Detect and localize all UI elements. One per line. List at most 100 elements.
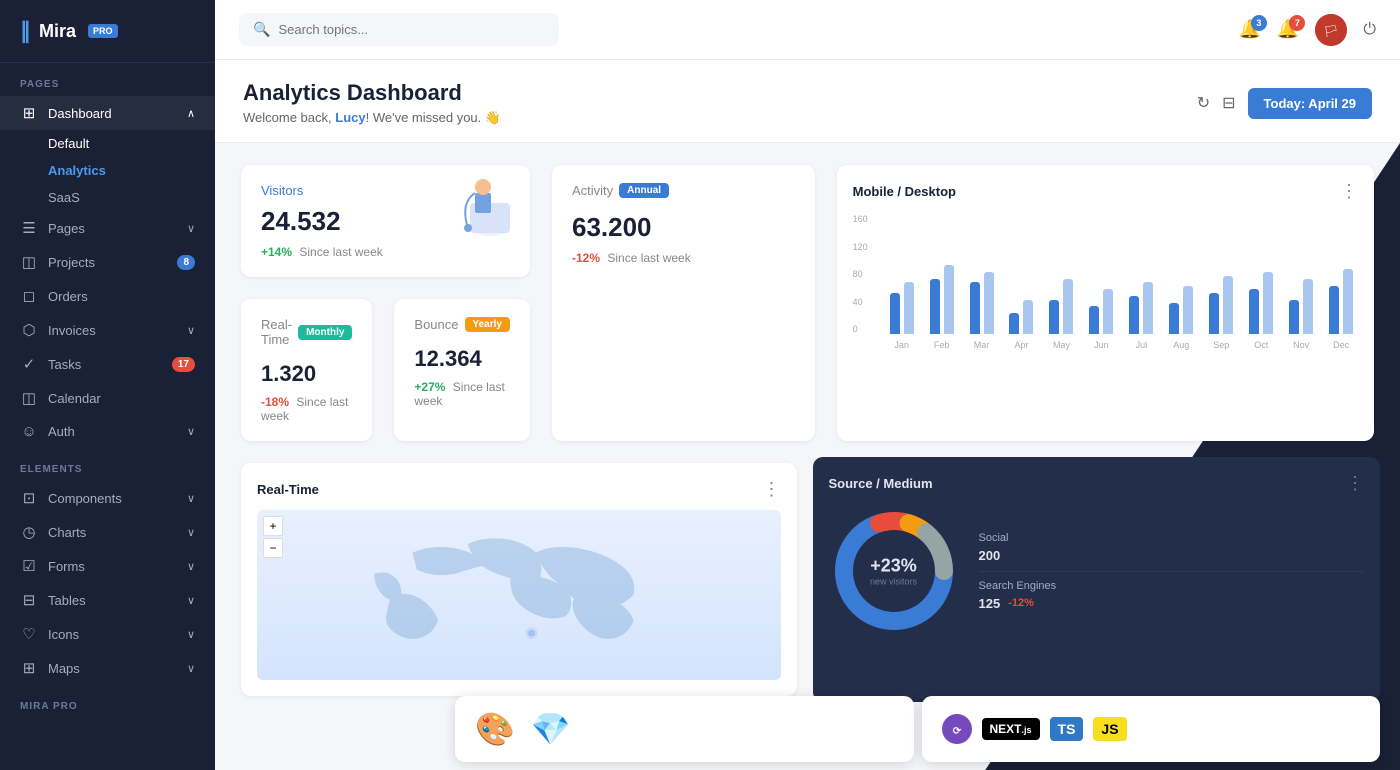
sidebar-item-orders[interactable]: ◻ Orders [0, 279, 215, 313]
sidebar: ∥ Mira PRO PAGES ⊞ Dashboard ∧ Default A… [0, 0, 215, 770]
section-label-elements: ELEMENTS [0, 448, 215, 481]
stat-value-bounce: 12.364 [414, 346, 510, 372]
page-subtitle: Welcome back, Lucy! We've missed you. 👋 [243, 110, 501, 126]
source-item-social: Social 200 [979, 524, 1365, 572]
main-area: 🔍 🔔 3 🔔 7 🏳 ⏻ Analytics Dashboard Wel [215, 0, 1400, 770]
alerts-badge: 7 [1289, 15, 1305, 31]
sidebar-item-label: Auth [48, 424, 177, 439]
invoices-icon: ⬡ [20, 321, 38, 339]
svg-text:⟳: ⟳ [952, 726, 961, 737]
sidebar-item-tables[interactable]: ⊟ Tables ∨ [0, 583, 215, 617]
realtime-map-more[interactable]: ⋮ [763, 479, 781, 500]
projects-icon: ◫ [20, 253, 38, 271]
sidebar-sub-item-saas[interactable]: SaaS [0, 184, 215, 211]
auth-icon: ☺ [20, 423, 38, 440]
dashboard-icon: ⊞ [20, 104, 38, 122]
sidebar-item-dashboard[interactable]: ⊞ Dashboard ∧ [0, 96, 215, 130]
javascript-icon: JS [1093, 717, 1126, 741]
avatar[interactable]: 🏳 [1315, 14, 1347, 46]
sidebar-item-label: Charts [48, 525, 177, 540]
chevron-up-icon: ∧ [187, 107, 195, 120]
search-input[interactable] [278, 22, 545, 37]
tool-card-tech: ⟳ NEXT.js TS JS [922, 696, 1381, 762]
sidebar-item-label: Tasks [48, 357, 162, 372]
stat-change-bounce: +27% Since last week [414, 380, 510, 408]
sidebar-item-tasks[interactable]: ✓ Tasks 17 [0, 347, 215, 381]
tables-icon: ⊟ [20, 591, 38, 609]
sidebar-item-label: Dashboard [48, 106, 177, 121]
sidebar-sub-item-default[interactable]: Default [0, 130, 215, 157]
forms-icon: ☑ [20, 557, 38, 575]
source-name-search: Search Engines [979, 580, 1365, 592]
chevron-down-icon: ∨ [187, 594, 195, 607]
source-list: Social 200 Search Engines 125 -12% [979, 524, 1365, 619]
chevron-down-icon: ∨ [187, 560, 195, 573]
stat-label-realtime: Real-Time [261, 317, 292, 347]
refresh-button[interactable]: ↻ [1197, 93, 1210, 113]
search-box[interactable]: 🔍 [239, 13, 559, 46]
stat-value-realtime: 1.320 [261, 361, 352, 387]
sidebar-item-label: Components [48, 491, 177, 506]
sidebar-item-components[interactable]: ⊡ Components ∨ [0, 481, 215, 515]
topbar: 🔍 🔔 3 🔔 7 🏳 ⏻ [215, 0, 1400, 60]
tasks-icon: ✓ [20, 355, 38, 373]
stat-card-realtime: Real-Time Monthly 1.320 -18% Since last … [241, 299, 372, 441]
alerts-icon[interactable]: 🔔 7 [1277, 19, 1299, 40]
chevron-down-icon: ∨ [187, 324, 195, 337]
sidebar-item-forms[interactable]: ☑ Forms ∨ [0, 549, 215, 583]
sidebar-sub-item-analytics[interactable]: Analytics [0, 157, 215, 184]
logo: ∥ Mira PRO [0, 0, 215, 63]
source-medium-more[interactable]: ⋮ [1346, 473, 1364, 494]
sidebar-item-projects[interactable]: ◫ Projects 8 [0, 245, 215, 279]
donut-percent: +23% [870, 556, 917, 577]
date-button[interactable]: Today: April 29 [1248, 88, 1372, 119]
charts-icon: ◷ [20, 523, 38, 541]
chevron-down-icon: ∨ [187, 662, 195, 675]
sidebar-item-label: Forms [48, 559, 177, 574]
typescript-icon: TS [1050, 717, 1084, 741]
realtime-map-title: Real-Time [257, 482, 319, 497]
sidebar-item-calendar[interactable]: ◫ Calendar [0, 381, 215, 415]
logo-icon: ∥ [20, 18, 31, 44]
projects-badge: 8 [177, 255, 195, 270]
sidebar-item-invoices[interactable]: ⬡ Invoices ∨ [0, 313, 215, 347]
donut-label: new visitors [870, 577, 917, 587]
stat-value-activity: 63.200 [572, 212, 795, 243]
filter-button[interactable]: ⊟ [1222, 93, 1235, 113]
donut-chart: +23% new visitors [829, 506, 959, 636]
chevron-down-icon: ∨ [187, 492, 195, 505]
nextjs-icon: NEXT.js [982, 718, 1040, 740]
sidebar-item-icons[interactable]: ♡ Icons ∨ [0, 617, 215, 651]
chevron-down-icon: ∨ [187, 425, 195, 438]
topbar-right: 🔔 3 🔔 7 🏳 ⏻ [1239, 14, 1377, 46]
stat-label-bounce: Bounce [414, 317, 458, 332]
sidebar-item-maps[interactable]: ⊞ Maps ∨ [0, 651, 215, 685]
sidebar-item-label: Tables [48, 593, 177, 608]
source-medium-card: Source / Medium ⋮ [813, 457, 1381, 702]
power-icon[interactable]: ⏻ [1363, 21, 1376, 39]
notifications-icon[interactable]: 🔔 3 [1239, 19, 1261, 40]
source-medium-title: Source / Medium [829, 476, 933, 491]
figma-icon: 🎨 [475, 710, 515, 748]
calendar-icon: ◫ [20, 389, 38, 407]
sidebar-item-charts[interactable]: ◷ Charts ∨ [0, 515, 215, 549]
stat-badge-bounce: Yearly [465, 317, 510, 332]
source-name-social: Social [979, 532, 1365, 544]
section-label-mira-pro: MIRA PRO [0, 685, 215, 718]
source-change-search: -12% [1008, 597, 1034, 609]
icons-icon: ♡ [20, 625, 38, 643]
pages-icon: ☰ [20, 219, 38, 237]
section-label-pages: PAGES [0, 63, 215, 96]
sidebar-item-label: Icons [48, 627, 177, 642]
chart-more-icon[interactable]: ⋮ [1340, 181, 1358, 202]
source-value-social: 200 [979, 548, 1001, 563]
chevron-down-icon: ∨ [187, 526, 195, 539]
content-area: Visitors 24.532 [215, 143, 1400, 770]
logo-text: Mira [39, 21, 76, 42]
bar-chart-light [885, 214, 1358, 334]
source-value-search: 125 [979, 596, 1001, 611]
tool-card-design: 🎨 💎 [455, 696, 914, 762]
sidebar-item-auth[interactable]: ☺ Auth ∨ [0, 415, 215, 448]
sidebar-item-pages[interactable]: ☰ Pages ∨ [0, 211, 215, 245]
header-actions: ↻ ⊟ Today: April 29 [1197, 88, 1372, 119]
